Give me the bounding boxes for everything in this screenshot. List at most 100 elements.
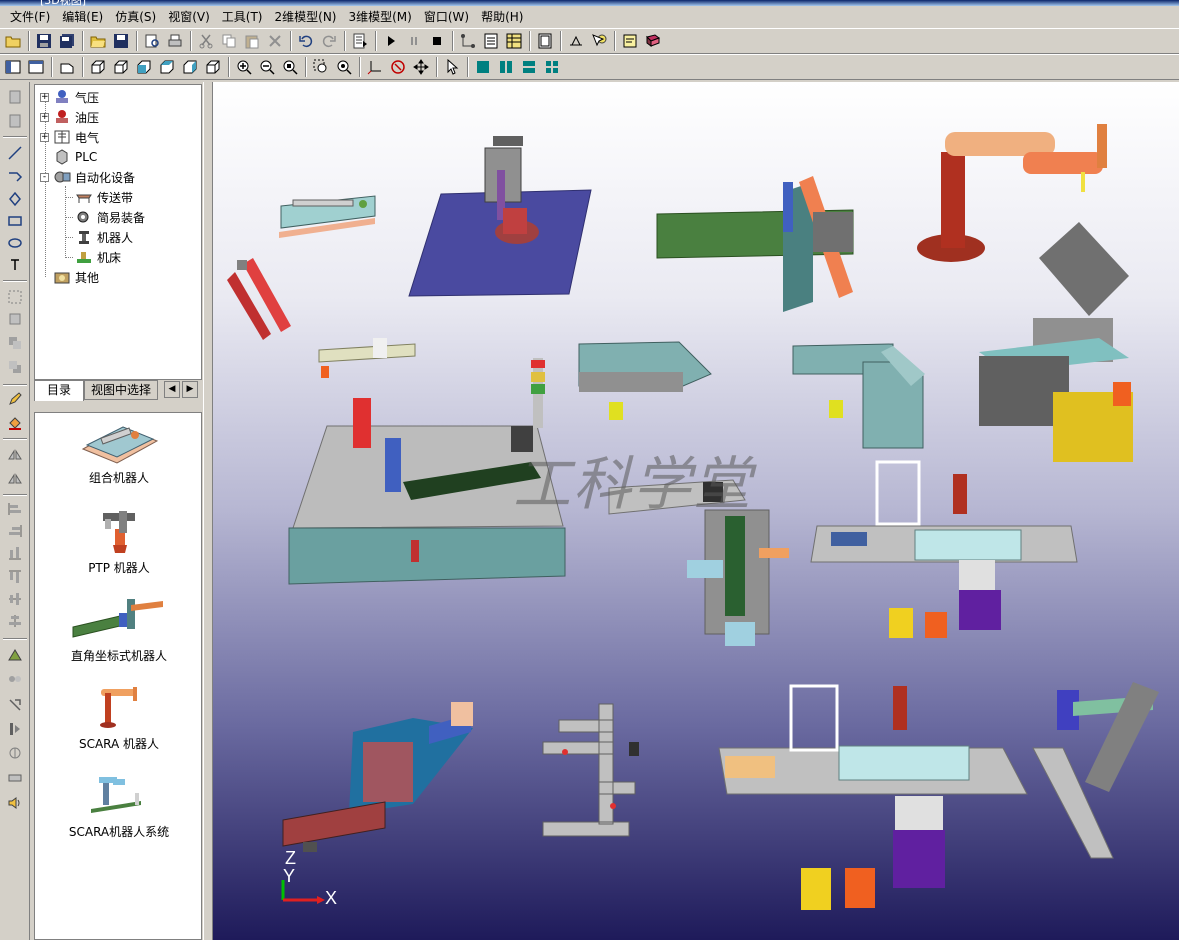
align-bottom-icon[interactable] (4, 542, 26, 564)
layout-horizontal-icon[interactable] (518, 56, 540, 78)
tab-view-select[interactable]: 视图中选择 (84, 380, 158, 400)
save-icon[interactable] (33, 30, 55, 52)
open-folder-icon[interactable] (87, 30, 109, 52)
menu-3d-model[interactable]: 3维模型(M) (342, 6, 417, 28)
tree-item-automation[interactable]: - 自动化设备 (40, 167, 135, 187)
send-back-icon[interactable] (4, 356, 26, 378)
properties-icon[interactable] (349, 30, 371, 52)
menu-file[interactable]: 文件(F) (4, 6, 56, 28)
gallery-item-ptp-robot[interactable]: PTP 机器人 (35, 505, 203, 576)
report-icon[interactable] (480, 30, 502, 52)
connect-icon[interactable] (457, 30, 479, 52)
tree-item-robot[interactable]: 机器人 (75, 227, 133, 247)
delete-icon[interactable] (264, 30, 286, 52)
tool-b-icon[interactable] (4, 668, 26, 690)
layout-quad-icon[interactable] (541, 56, 563, 78)
paste-icon[interactable] (241, 30, 263, 52)
flip-v-icon[interactable] (4, 468, 26, 490)
cut-icon[interactable] (195, 30, 217, 52)
tree-item-other[interactable]: 其他 (53, 267, 99, 287)
polygon-icon[interactable] (4, 188, 26, 210)
tool-f-icon[interactable] (4, 766, 26, 788)
tool-c-icon[interactable] (4, 694, 26, 716)
fill-icon[interactable] (4, 412, 26, 434)
select-pointer-icon[interactable] (441, 56, 463, 78)
menu-2d-model[interactable]: 2维模型(N) (269, 6, 343, 28)
zoom-out-icon[interactable] (256, 56, 278, 78)
tab-scroll-left-icon[interactable]: ◀ (164, 381, 180, 398)
tree-expander[interactable]: + (40, 112, 49, 122)
scene-pneumatic-cylinder[interactable] (227, 258, 291, 340)
print-icon[interactable] (164, 30, 186, 52)
zoom-window-icon[interactable] (310, 56, 332, 78)
doc-left-icon[interactable] (4, 86, 26, 108)
line-icon[interactable] (4, 142, 26, 164)
pan-icon[interactable] (410, 56, 432, 78)
ellipse-icon[interactable] (4, 232, 26, 254)
menu-view[interactable]: 视窗(V) (162, 6, 216, 28)
tab-catalog[interactable]: 目录 (34, 380, 84, 401)
scene-gantry-cell-right[interactable] (979, 222, 1133, 462)
single-view-icon[interactable] (25, 56, 47, 78)
tool-d-icon[interactable] (4, 718, 26, 740)
align-center-h-icon[interactable] (4, 588, 26, 610)
run-icon[interactable] (380, 30, 402, 52)
print-preview-icon[interactable] (141, 30, 163, 52)
layout-vertical-icon[interactable] (495, 56, 517, 78)
rotate-icon[interactable] (387, 56, 409, 78)
tree-expander[interactable]: + (40, 92, 49, 102)
menu-edit[interactable]: 编辑(E) (56, 6, 109, 28)
cube-view-1-icon[interactable] (87, 56, 109, 78)
doc-right-icon[interactable] (4, 110, 26, 132)
scene-conveyor-1[interactable] (578, 341, 712, 420)
tree-item-hydraulic[interactable]: + 油压 (40, 107, 99, 127)
undo-icon[interactable] (295, 30, 317, 52)
text-icon[interactable] (4, 254, 26, 276)
save-disk-icon[interactable] (110, 30, 132, 52)
align-center-v-icon[interactable] (4, 610, 26, 632)
align-left-icon[interactable] (4, 498, 26, 520)
scene-sorting-station-2[interactable] (718, 682, 1159, 910)
scene-robot-cell-bottom-left[interactable] (282, 702, 473, 852)
open-icon[interactable] (2, 30, 24, 52)
tool-e-icon[interactable] (4, 742, 26, 764)
gallery-item-cartesian-robot[interactable]: 直角坐标式机器人 (35, 593, 203, 664)
table-icon[interactable] (503, 30, 525, 52)
tree-item-plc[interactable]: PLC (53, 147, 97, 167)
view-front-icon[interactable] (56, 56, 78, 78)
zoom-in-icon[interactable] (233, 56, 255, 78)
panel-splitter[interactable] (203, 82, 213, 940)
help-pointer-icon[interactable] (588, 30, 610, 52)
copy-icon[interactable] (218, 30, 240, 52)
book-icon[interactable] (642, 30, 664, 52)
cube-view-2-icon[interactable] (110, 56, 132, 78)
scene-transfer-frame[interactable] (542, 703, 639, 837)
scene-sorting-station-1[interactable] (810, 460, 1078, 638)
cube-view-4-icon[interactable] (156, 56, 178, 78)
pause-icon[interactable] (403, 30, 425, 52)
speaker-icon[interactable] (4, 792, 26, 814)
polyline-icon[interactable] (4, 166, 26, 188)
pencil-icon[interactable] (4, 388, 26, 410)
align-top-icon[interactable] (4, 566, 26, 588)
tree-item-simple-equipment[interactable]: 简易装备 (75, 207, 145, 227)
tree-expander[interactable]: - (40, 172, 49, 182)
cube-view-3-icon[interactable] (133, 56, 155, 78)
gallery-item-combo-robot[interactable]: 组合机器人 (35, 419, 203, 486)
scene-cartesian-gantry[interactable] (656, 176, 854, 312)
bring-front-icon[interactable] (4, 332, 26, 354)
redo-icon[interactable] (318, 30, 340, 52)
group-icon[interactable] (4, 286, 26, 308)
save-all-icon[interactable] (56, 30, 78, 52)
gallery-item-scara-system[interactable]: SCARA机器人系统 (35, 769, 203, 840)
zoom-fit-icon[interactable] (279, 56, 301, 78)
tree-item-machine-tool[interactable]: 机床 (75, 247, 121, 267)
tool-a-icon[interactable] (4, 644, 26, 666)
menu-window[interactable]: 窗口(W) (418, 6, 475, 28)
tree-expander[interactable]: + (40, 132, 49, 142)
align-right-icon[interactable] (4, 520, 26, 542)
axes-icon[interactable] (364, 56, 386, 78)
scene-pusher[interactable] (318, 338, 416, 378)
gallery-item-scara-robot[interactable]: SCARA 机器人 (35, 681, 203, 752)
rectangle-icon[interactable] (4, 210, 26, 232)
